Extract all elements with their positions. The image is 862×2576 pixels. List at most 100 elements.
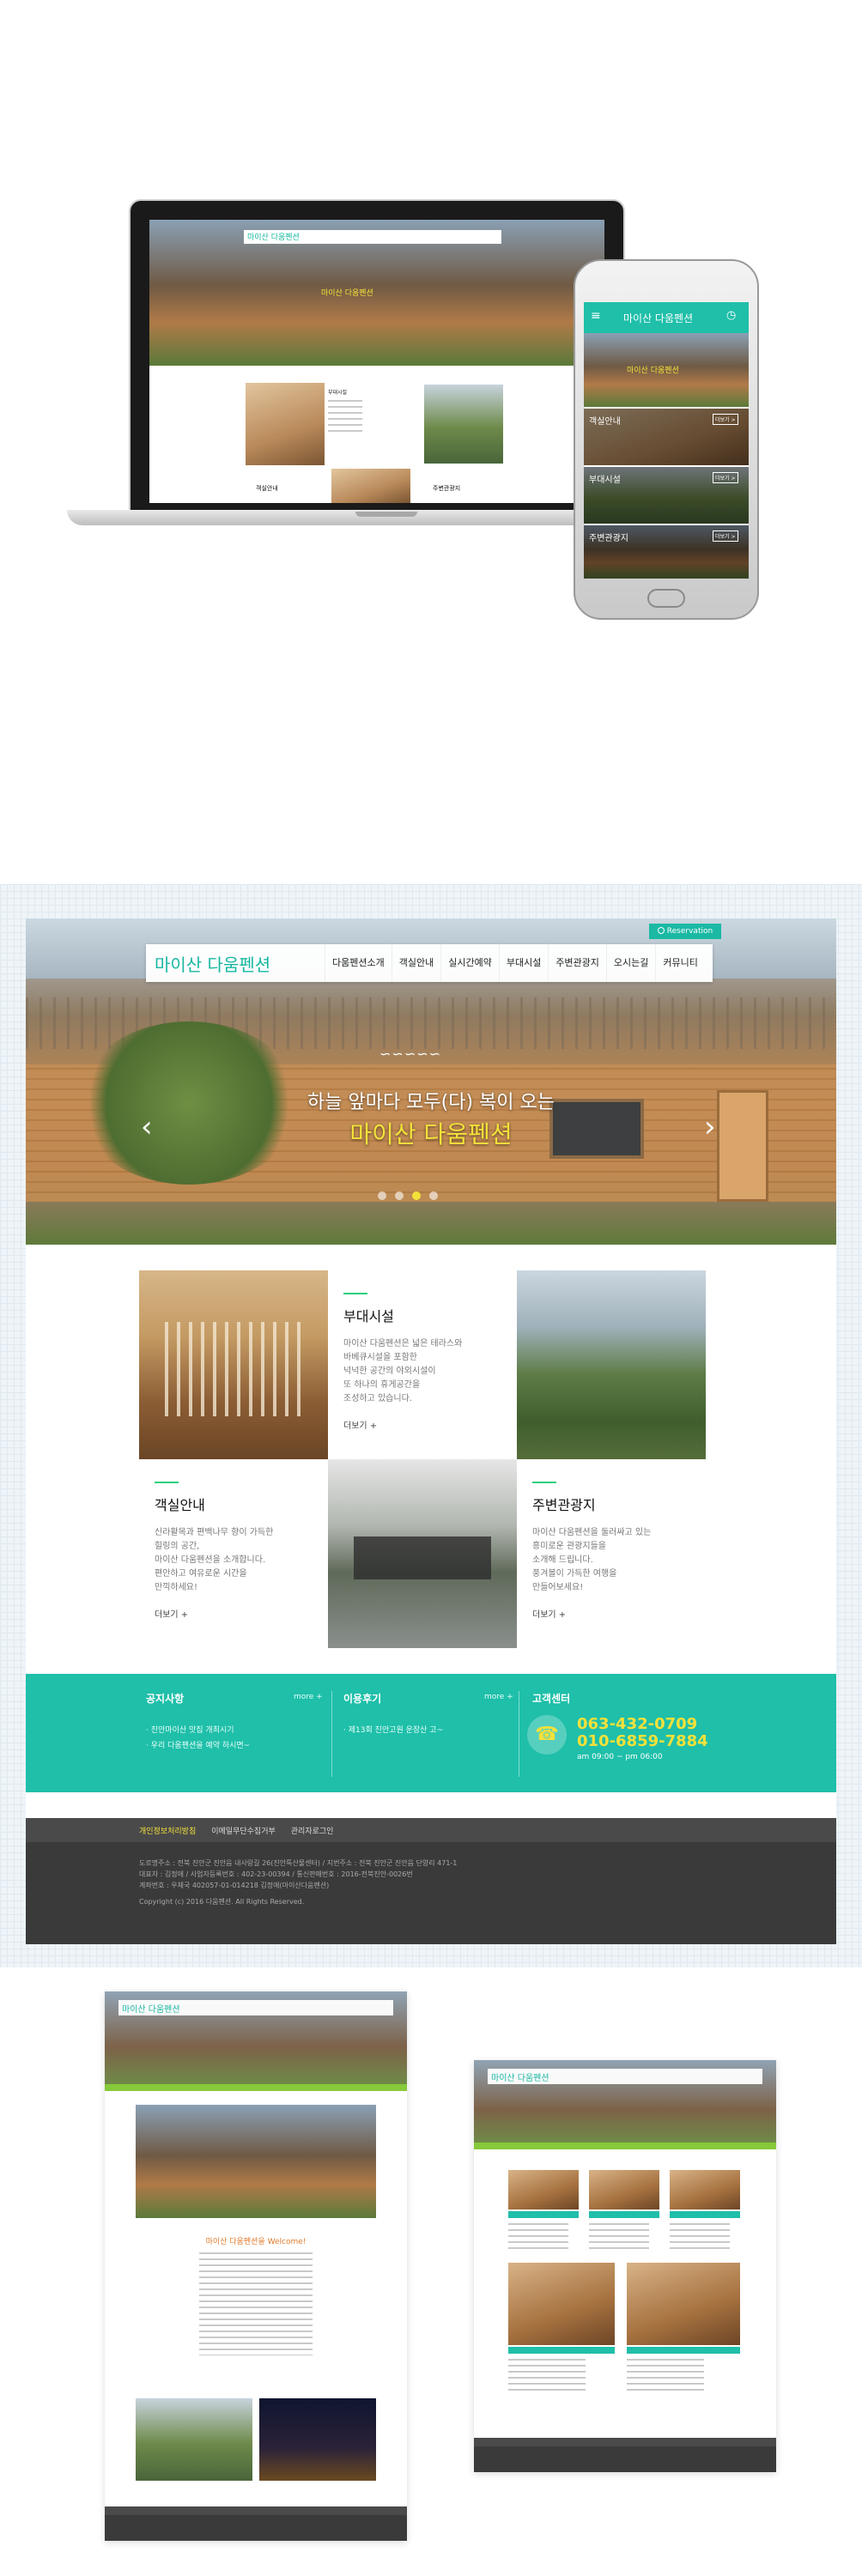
- phone-header: ≡ 마이산 다움펜션 ◷: [584, 302, 749, 333]
- notice-title: 공지사항: [146, 1693, 185, 1705]
- card-tourism-more-link[interactable]: 더보기 +: [532, 1607, 690, 1620]
- phone-more-tourism[interactable]: 더보기 >: [713, 530, 738, 542]
- site-footer: 개인정보처리방침 이메일무단수집거부 관리자로그인 도로명주소 : 전북 진안군…: [26, 1818, 836, 1944]
- nav-menu: 다움펜션소개 객실안내 실시간예약 부대시설 주변관광지 오시는길 커뮤니티: [325, 944, 705, 982]
- room-label-5: [627, 2347, 740, 2354]
- hero-ground: [26, 1202, 836, 1245]
- card-facilities-title: 부대시설: [343, 1293, 501, 1325]
- subpage-about-photo-night: [259, 2398, 376, 2481]
- phone-logo: 마이산 다움펜션: [623, 312, 694, 324]
- phone-hero-text: 마이산 다움펜션: [627, 367, 679, 375]
- notice-item-1[interactable]: 진안마이산 맛집 개최시기: [146, 1723, 318, 1738]
- nav-item-community[interactable]: 커뮤니티: [655, 944, 704, 982]
- laptop-logo: 마이산 다움펜션: [247, 233, 300, 242]
- subpage-rooms-footer-bar: [474, 2438, 776, 2446]
- room-thumb-1: [508, 2170, 579, 2209]
- nav-item-tourism[interactable]: 주변관광지: [548, 944, 606, 982]
- subpage-about-photo: [136, 2105, 376, 2218]
- subpage-about-caption: 마이산 다움펜션을 Welcome!: [205, 2238, 307, 2246]
- laptop-label-tourism: 주변관광지: [433, 485, 461, 492]
- review-item-1[interactable]: 제13회 진안고원 운장산 고~: [343, 1723, 515, 1738]
- laptop-thumb-garden: [424, 385, 503, 464]
- notice-panel: 공지사항 진안마이산 맛집 개최시기 우리 다움펜션을 예약 하시면~: [146, 1674, 318, 1792]
- notice-more-link[interactable]: more +: [294, 1693, 323, 1701]
- card-rooms-line-4: 편안하고 여유로운 시간을: [155, 1569, 247, 1579]
- card-rooms-line-2: 힐링의 공간,: [155, 1542, 200, 1551]
- subpage-rooms: 마이산 다움펜션: [474, 2060, 776, 2472]
- feature-grid: 부대시설 마이산 다움펜션은 넓은 테라스와 바베큐시설을 포함한 넉넉한 공간…: [139, 1270, 723, 1648]
- subpage-about-nav: 마이산 다움펜션: [118, 2000, 393, 2015]
- nav-item-rooms[interactable]: 객실안내: [391, 944, 440, 982]
- reservation-label: Reservation: [666, 927, 713, 936]
- footer-link-email[interactable]: 이메일무단수집거부: [211, 1825, 276, 1836]
- card-tourism-line-1: 마이산 다움펜션을 둘러싸고 있는: [532, 1528, 652, 1537]
- nav-item-booking[interactable]: 실시간예약: [440, 944, 499, 982]
- phone-tile-tourism[interactable]: 주변관광지: [589, 530, 628, 543]
- footer-link-privacy[interactable]: 개인정보처리방침: [139, 1825, 196, 1836]
- hero-dot-2[interactable]: [395, 1191, 404, 1200]
- card-tourism-line-3: 소개해 드립니다.: [532, 1555, 593, 1565]
- site-main: 마이산 다움펜션 다움펜션소개 객실안내 실시간예약 부대시설 주변관광지 오시…: [26, 918, 836, 1944]
- card-tourism-line-5: 만들어보세요!: [532, 1583, 584, 1592]
- room-thumb-5: [627, 2263, 740, 2345]
- hero-dot-4[interactable]: [429, 1191, 438, 1200]
- contact-title: 고객센터: [532, 1693, 571, 1705]
- subpage-rooms-header: 마이산 다움펜션: [474, 2060, 776, 2143]
- nav-item-facilities[interactable]: 부대시설: [498, 944, 548, 982]
- room-thumb-3: [670, 2170, 740, 2209]
- footer-link-admin[interactable]: 관리자로그인: [291, 1825, 334, 1836]
- hero-dot-1[interactable]: [378, 1191, 386, 1200]
- room-label-2: [589, 2211, 659, 2218]
- info-strip: 공지사항 진안마이산 맛집 개최시기 우리 다움펜션을 예약 하시면~ more…: [26, 1674, 836, 1792]
- laptop-text-lines: [328, 400, 362, 434]
- subpage-rooms-nav: 마이산 다움펜션: [488, 2069, 762, 2084]
- notice-item-2[interactable]: 우리 다움펜션을 예약 하시면~: [146, 1738, 318, 1754]
- card-rooms: 객실안내 신라활목과 편백나무 향이 가득한 힐링의 공간, 마이산 다움펜션을…: [139, 1459, 328, 1648]
- hero-prev-arrow[interactable]: ‹: [141, 1112, 153, 1142]
- reservation-button[interactable]: Reservation: [649, 924, 721, 939]
- phone-menu-icon[interactable]: ≡: [591, 309, 601, 323]
- desktop-page-showcase: 마이산 다움펜션 다움펜션소개 객실안내 실시간예약 부대시설 주변관광지 오시…: [0, 884, 862, 1967]
- laptop-thumb-stairs: [246, 383, 325, 465]
- reviews-list: 제13회 진안고원 운장산 고~: [343, 1723, 515, 1738]
- nav-item-about[interactable]: 다움펜션소개: [325, 944, 392, 982]
- photo-stairs: [139, 1270, 328, 1459]
- card-rooms-line-5: 만끽하세요!: [155, 1583, 198, 1592]
- hero-dot-3[interactable]: [412, 1191, 421, 1200]
- phone-more-facilities[interactable]: 더보기 >: [713, 472, 738, 483]
- laptop-thumb-terrace: [331, 469, 410, 503]
- card-facilities-more-link[interactable]: 더보기 +: [343, 1418, 501, 1431]
- card-facilities-line-5: 조성하고 있습니다.: [343, 1394, 412, 1403]
- laptop-hero-text: 마이산 다움펜션: [321, 289, 373, 298]
- reviews-more-link[interactable]: more +: [484, 1693, 513, 1701]
- card-tourism: 주변관광지 마이산 다움펜션을 둘러싸고 있는 흥미로운 관광지들을 소개해 드…: [517, 1459, 706, 1648]
- laptop-mockup: 마이산 다움펜션 마이산 다움펜션 부대시설 객실안내 주변관광지: [129, 199, 625, 512]
- room-label-3: [670, 2211, 740, 2218]
- card-tourism-line-4: 풍겨볼이 가득한 여행을: [532, 1569, 617, 1579]
- room-text-1: [508, 2223, 568, 2249]
- hero-next-arrow[interactable]: ›: [704, 1112, 716, 1142]
- card-facilities-line-1: 마이산 다움펜션은 넓은 테라스와: [343, 1339, 463, 1349]
- info-divider-1: [331, 1691, 332, 1777]
- phone-home-button: [647, 589, 685, 608]
- room-thumb-4: [508, 2263, 615, 2345]
- card-facilities-line-3: 넉넉한 공간의 야외시설이: [343, 1367, 436, 1376]
- laptop-text-block: 부대시설: [328, 388, 364, 457]
- site-logo[interactable]: 마이산 다움펜션: [155, 951, 270, 976]
- phone-clock-icon[interactable]: ◷: [726, 309, 736, 322]
- card-rooms-line-1: 신라활목과 편백나무 향이 가득한: [155, 1528, 274, 1537]
- subpage-rooms-footer: [474, 2438, 776, 2472]
- hero-banner: 마이산 다움펜션 다움펜션소개 객실안내 실시간예약 부대시설 주변관광지 오시…: [26, 918, 836, 1245]
- hero-wave-ornament: ∽∽∽∽∽: [379, 1046, 442, 1062]
- nav-item-directions[interactable]: 오시는길: [605, 944, 655, 982]
- card-rooms-line-3: 마이산 다움펜션을 소개합니다.: [155, 1555, 266, 1565]
- phone-tile-rooms[interactable]: 객실안내: [589, 414, 621, 427]
- contact-tel-2[interactable]: 010-6859-7884: [577, 1732, 708, 1750]
- card-rooms-more-link[interactable]: 더보기 +: [155, 1607, 313, 1620]
- phone-more-rooms[interactable]: 더보기 >: [713, 414, 738, 425]
- footer-address: 도로명주소 : 전북 진안군 진안읍 내사랑길 26(진안특산물센터) / 지번…: [139, 1859, 458, 1867]
- subpage-about-logo: 마이산 다움펜션: [122, 2005, 180, 2015]
- contact-tel-1[interactable]: 063-432-0709: [577, 1715, 697, 1733]
- phone-tile-facilities[interactable]: 부대시설: [589, 472, 621, 485]
- subpage-rooms-logo: 마이산 다움펜션: [491, 2074, 549, 2083]
